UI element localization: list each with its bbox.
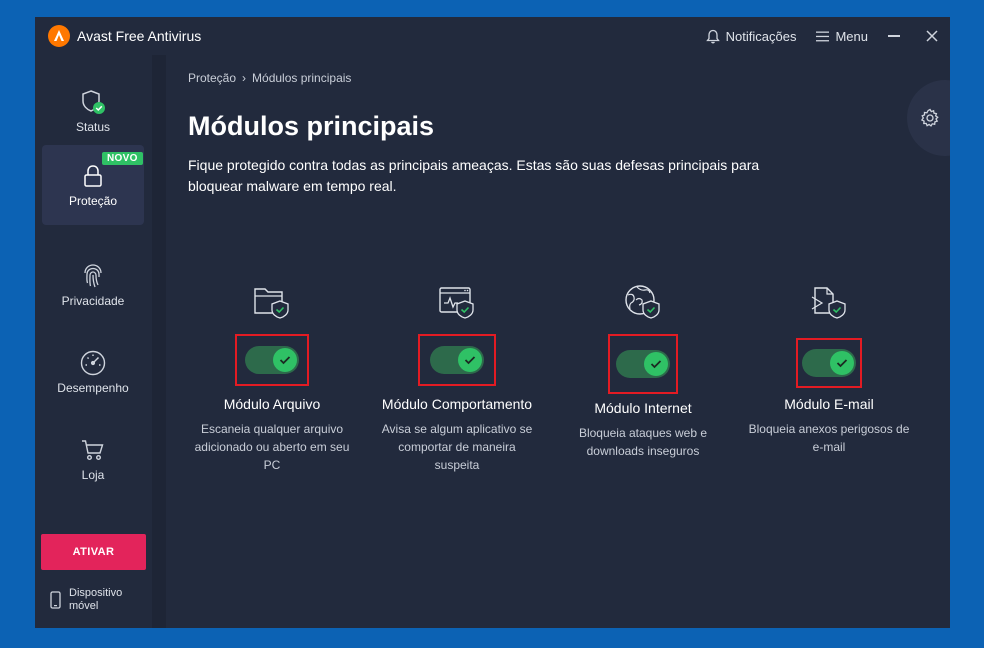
- sidebar-item-privacy[interactable]: Privacidade: [42, 245, 144, 325]
- folder-shield-icon: [252, 283, 292, 319]
- highlight-box: [796, 338, 862, 388]
- breadcrumb-separator: ›: [242, 71, 247, 85]
- breadcrumb-parent-link[interactable]: Proteção: [188, 71, 236, 85]
- module-toggle-email[interactable]: [802, 349, 856, 377]
- highlight-box: [235, 334, 309, 386]
- breadcrumb-current: Módulos principais: [252, 71, 352, 85]
- speedometer-icon: [79, 349, 107, 377]
- mobile-label-line2: móvel: [69, 600, 99, 612]
- main-content: Proteção › Módulos principais Módulos pr…: [166, 55, 950, 628]
- sidebar-item-store[interactable]: Loja: [42, 419, 144, 499]
- gear-icon: [920, 108, 939, 127]
- minimize-icon[interactable]: [888, 35, 900, 37]
- sidebar-item-label: Privacidade: [61, 294, 125, 308]
- bell-icon: [705, 29, 720, 43]
- shield-check-icon: [79, 88, 107, 116]
- module-title: Módulo Arquivo: [223, 396, 321, 412]
- sidebar-item-status[interactable]: Status: [42, 71, 144, 151]
- check-icon: [458, 348, 482, 372]
- module-toggle-file[interactable]: [245, 346, 299, 374]
- app-title: Avast Free Antivirus: [77, 28, 202, 44]
- menu-label: Menu: [835, 28, 868, 44]
- sidebar-item-label: Status: [75, 120, 111, 134]
- check-icon: [273, 348, 297, 372]
- avast-logo-icon: [48, 25, 70, 47]
- page-description: Fique protegido contra todas as principa…: [188, 157, 760, 194]
- document-shield-icon: [809, 283, 849, 319]
- mobile-label-line1: Dispositivo: [69, 587, 123, 599]
- title-bar: Avast Free Antivirus Notificações Menu: [35, 17, 950, 55]
- page-title: Módulos principais: [188, 111, 435, 141]
- mobile-phone-icon: [50, 591, 61, 609]
- module-file: Módulo Arquivo Escaneia qualquer arquivo…: [187, 283, 357, 474]
- module-title: Módulo Internet: [594, 400, 692, 416]
- notifications-button[interactable]: Notificações: [705, 28, 797, 44]
- module-toggle-internet[interactable]: [616, 350, 670, 378]
- mobile-device-link[interactable]: Dispositivo móvel: [50, 587, 122, 613]
- sidebar-item-label: Proteção: [68, 194, 118, 208]
- sidebar-item-label: Loja: [81, 468, 105, 482]
- sidebar-item-performance[interactable]: Desempenho: [42, 332, 144, 412]
- module-description: Bloqueia anexos perigosos de e-mail: [748, 422, 910, 454]
- settings-button[interactable]: [907, 80, 950, 156]
- app-window: Avast Free Antivirus Notificações Menu S…: [35, 17, 950, 628]
- lock-icon: [82, 162, 104, 190]
- check-icon: [644, 352, 668, 376]
- globe-shield-icon: [623, 283, 663, 319]
- sidebar-item-protection[interactable]: NOVO Proteção: [42, 145, 144, 225]
- module-toggle-behavior[interactable]: [430, 346, 484, 374]
- notifications-label: Notificações: [725, 28, 797, 44]
- module-description: Avisa se algum aplicativo se comportar d…: [381, 422, 533, 472]
- module-title: Módulo E-mail: [784, 396, 874, 412]
- fingerprint-icon: [81, 262, 105, 290]
- sidebar: Status NOVO Proteção Privacidade Desempe…: [35, 55, 152, 628]
- module-description: Bloqueia ataques web e downloads insegur…: [578, 426, 708, 458]
- monitor-shield-icon: [437, 283, 477, 319]
- hamburger-icon: [816, 31, 830, 41]
- module-internet: Módulo Internet Bloqueia ataques web e d…: [558, 283, 728, 460]
- menu-button[interactable]: Menu: [816, 29, 868, 44]
- shopping-cart-icon: [80, 436, 106, 464]
- breadcrumb: Proteção › Módulos principais: [188, 71, 351, 85]
- highlight-box: [608, 334, 678, 394]
- close-icon[interactable]: [926, 30, 938, 42]
- new-badge: NOVO: [102, 152, 143, 165]
- activate-button[interactable]: ATIVAR: [41, 534, 146, 570]
- module-title: Módulo Comportamento: [381, 396, 533, 412]
- check-icon: [830, 351, 854, 375]
- module-behavior: Módulo Comportamento Avisa se algum apli…: [372, 283, 542, 474]
- module-description: Escaneia qualquer arquivo adicionado ou …: [194, 422, 350, 472]
- module-email: Módulo E-mail Bloqueia anexos perigosos …: [744, 283, 914, 456]
- sidebar-divider: [152, 55, 166, 628]
- highlight-box: [418, 334, 496, 386]
- sidebar-item-label: Desempenho: [57, 381, 129, 395]
